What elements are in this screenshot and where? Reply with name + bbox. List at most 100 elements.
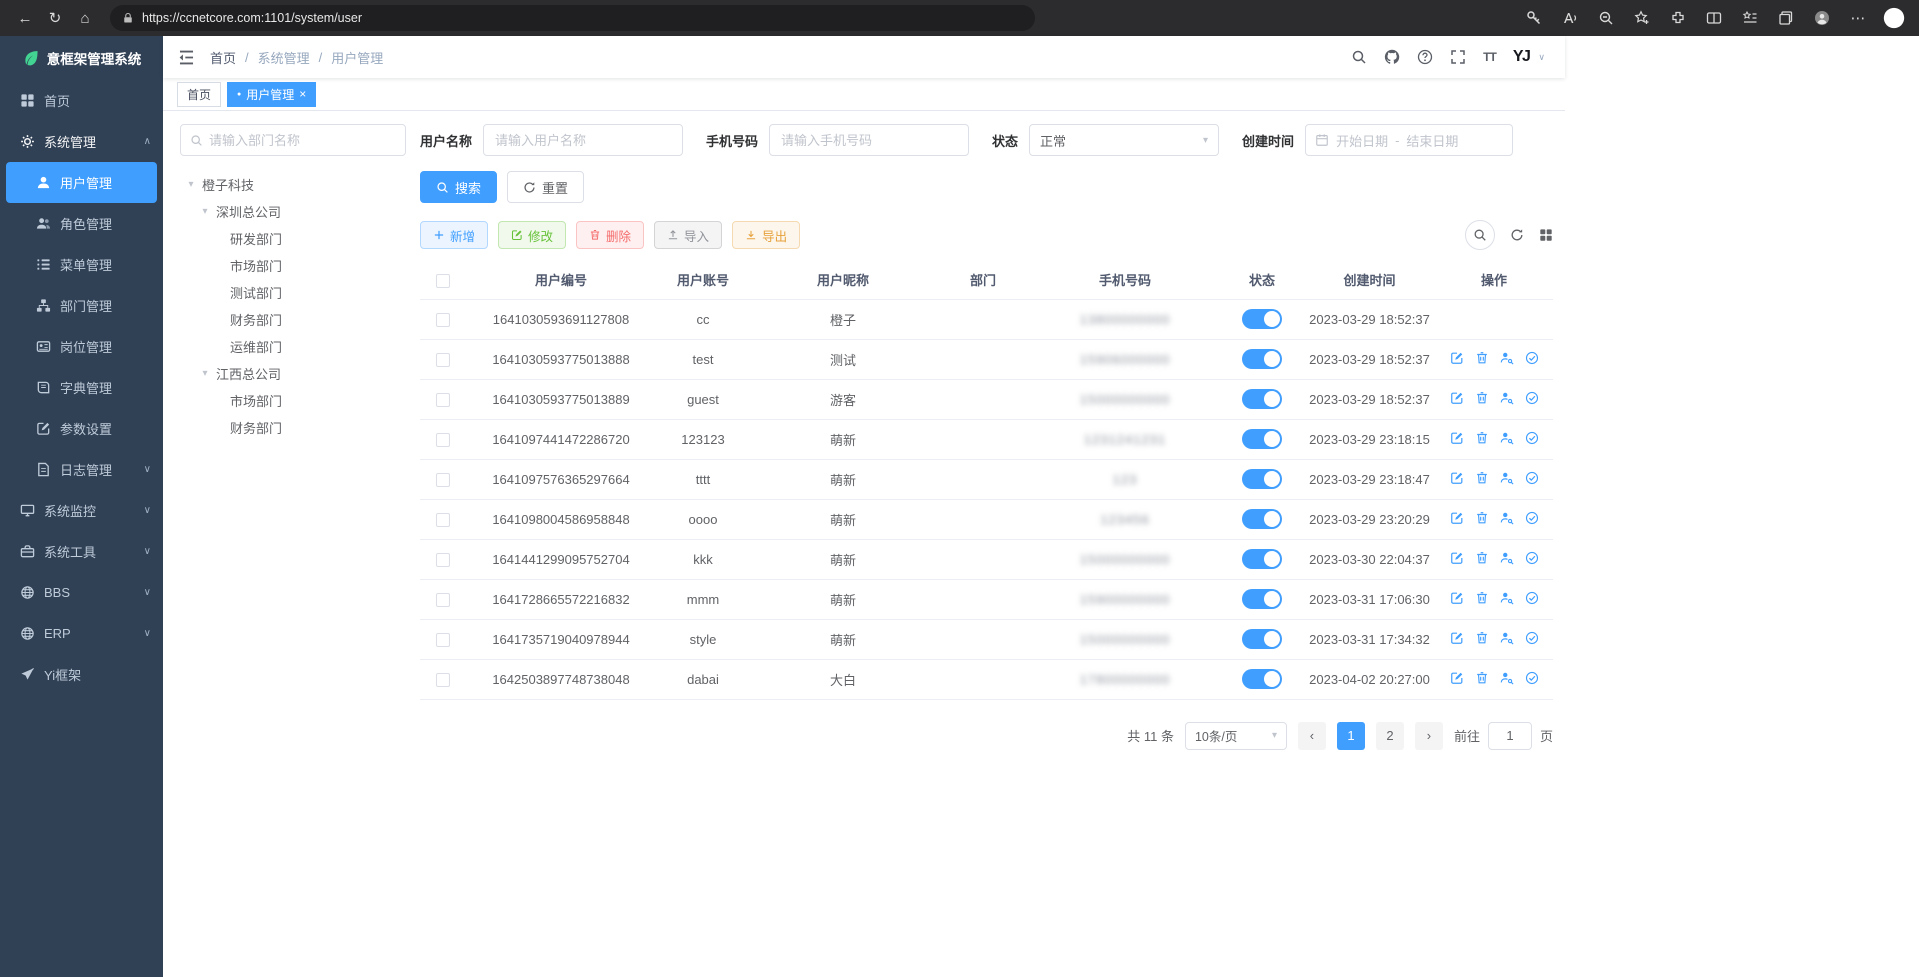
sidebar-item-menu-mgmt[interactable]: 菜单管理: [0, 244, 163, 285]
delete-button[interactable]: 删除: [576, 221, 644, 249]
sidebar-item-log-mgmt[interactable]: 日志管理 ∨: [0, 449, 163, 490]
zoom-out-icon[interactable]: [1591, 4, 1621, 32]
user-logo-avatar[interactable]: YJ: [1513, 48, 1530, 66]
split-screen-icon[interactable]: [1699, 4, 1729, 32]
row-edit-icon[interactable]: [1450, 391, 1464, 405]
row-edit-icon[interactable]: [1450, 631, 1464, 645]
row-reset-password-icon[interactable]: [1500, 671, 1514, 685]
row-reset-password-icon[interactable]: [1500, 631, 1514, 645]
status-select[interactable]: 正常 ▾: [1029, 124, 1219, 156]
github-icon[interactable]: [1384, 49, 1400, 65]
sidebar-item-dict-mgmt[interactable]: 字典管理: [0, 367, 163, 408]
edit-button[interactable]: 修改: [498, 221, 566, 249]
tree-node[interactable]: 财务部门: [180, 414, 406, 441]
row-delete-icon[interactable]: [1475, 631, 1489, 645]
status-toggle[interactable]: [1242, 549, 1282, 569]
select-all-checkbox[interactable]: [436, 274, 450, 288]
tree-node[interactable]: 研发部门: [180, 225, 406, 252]
address-bar[interactable]: https://ccnetcore.com:1101/system/user: [110, 5, 1035, 31]
page-size-select[interactable]: 10条/页 ▾: [1185, 722, 1287, 750]
row-assign-role-icon[interactable]: [1525, 471, 1539, 485]
sidebar-item-param-settings[interactable]: 参数设置: [0, 408, 163, 449]
breadcrumb-system[interactable]: 系统管理: [258, 48, 310, 67]
browser-profile-avatar[interactable]: [1807, 4, 1837, 32]
row-delete-icon[interactable]: [1475, 351, 1489, 365]
sidebar-item-bbs[interactable]: BBS ∨: [0, 572, 163, 613]
tree-node[interactable]: ▾ 橙子科技: [180, 171, 406, 198]
row-checkbox[interactable]: [436, 673, 450, 687]
row-delete-icon[interactable]: [1475, 511, 1489, 525]
row-edit-icon[interactable]: [1450, 671, 1464, 685]
row-delete-icon[interactable]: [1475, 671, 1489, 685]
sidebar-item-home[interactable]: 首页: [0, 80, 163, 121]
page-button-1[interactable]: 1: [1337, 722, 1365, 750]
dept-search-input[interactable]: [209, 133, 396, 148]
extensions-icon[interactable]: [1663, 4, 1693, 32]
chevron-down-icon[interactable]: ∨: [1538, 52, 1545, 63]
row-checkbox[interactable]: [436, 633, 450, 647]
phone-input[interactable]: [769, 124, 969, 156]
tree-caret-icon[interactable]: ▾: [198, 206, 212, 217]
search-button[interactable]: 搜索: [420, 171, 497, 203]
sidebar-item-tools[interactable]: 系统工具 ∨: [0, 531, 163, 572]
row-checkbox[interactable]: [436, 473, 450, 487]
row-edit-icon[interactable]: [1450, 471, 1464, 485]
header-search-icon[interactable]: [1351, 49, 1367, 65]
add-button[interactable]: 新增: [420, 221, 488, 249]
add-favorite-icon[interactable]: [1627, 4, 1657, 32]
row-reset-password-icon[interactable]: [1500, 391, 1514, 405]
row-assign-role-icon[interactable]: [1525, 391, 1539, 405]
copilot-icon[interactable]: [1879, 4, 1909, 32]
tree-caret-icon[interactable]: ▾: [198, 368, 212, 379]
row-reset-password-icon[interactable]: [1500, 431, 1514, 445]
sidebar-item-erp[interactable]: ERP ∨: [0, 613, 163, 654]
sidebar-item-system[interactable]: 系统管理 ∧: [0, 121, 163, 162]
status-toggle[interactable]: [1242, 669, 1282, 689]
reset-button[interactable]: 重置: [507, 171, 584, 203]
row-delete-icon[interactable]: [1475, 471, 1489, 485]
status-toggle[interactable]: [1242, 429, 1282, 449]
browser-menu-icon[interactable]: ⋯: [1843, 4, 1873, 32]
sidebar-item-dept-mgmt[interactable]: 部门管理: [0, 285, 163, 326]
status-toggle[interactable]: [1242, 509, 1282, 529]
row-edit-icon[interactable]: [1450, 431, 1464, 445]
next-page-button[interactable]: ›: [1415, 722, 1443, 750]
row-assign-role-icon[interactable]: [1525, 671, 1539, 685]
row-assign-role-icon[interactable]: [1525, 431, 1539, 445]
row-edit-icon[interactable]: [1450, 551, 1464, 565]
status-toggle[interactable]: [1242, 349, 1282, 369]
read-aloud-icon[interactable]: [1555, 4, 1585, 32]
tree-node[interactable]: 运维部门: [180, 333, 406, 360]
row-checkbox[interactable]: [436, 433, 450, 447]
row-checkbox[interactable]: [436, 553, 450, 567]
prev-page-button[interactable]: ‹: [1298, 722, 1326, 750]
breadcrumb-home[interactable]: 首页: [210, 48, 236, 67]
date-range-picker[interactable]: 开始日期 - 结束日期: [1305, 124, 1513, 156]
sidebar-fold-icon[interactable]: [177, 48, 196, 67]
browser-back-button[interactable]: ←: [10, 4, 40, 32]
username-input[interactable]: [483, 124, 683, 156]
row-checkbox[interactable]: [436, 313, 450, 327]
row-edit-icon[interactable]: [1450, 351, 1464, 365]
row-delete-icon[interactable]: [1475, 591, 1489, 605]
collections-icon[interactable]: [1771, 4, 1801, 32]
row-assign-role-icon[interactable]: [1525, 511, 1539, 525]
refresh-table-icon[interactable]: [1510, 228, 1524, 242]
password-key-icon[interactable]: [1519, 4, 1549, 32]
row-checkbox[interactable]: [436, 593, 450, 607]
row-reset-password-icon[interactable]: [1500, 591, 1514, 605]
row-assign-role-icon[interactable]: [1525, 351, 1539, 365]
import-button[interactable]: 导入: [654, 221, 722, 249]
column-settings-icon[interactable]: [1539, 228, 1553, 242]
browser-reload-button[interactable]: ↻: [40, 4, 70, 32]
status-toggle[interactable]: [1242, 469, 1282, 489]
sidebar-item-user-mgmt[interactable]: 用户管理: [6, 162, 157, 203]
status-toggle[interactable]: [1242, 629, 1282, 649]
sidebar-item-monitor[interactable]: 系统监控 ∨: [0, 490, 163, 531]
fullscreen-icon[interactable]: [1450, 49, 1466, 65]
tree-node[interactable]: 市场部门: [180, 252, 406, 279]
help-icon[interactable]: [1417, 49, 1433, 65]
tab-user-mgmt[interactable]: ● 用户管理 ×: [227, 82, 316, 107]
status-toggle[interactable]: [1242, 309, 1282, 329]
page-button-2[interactable]: 2: [1376, 722, 1404, 750]
